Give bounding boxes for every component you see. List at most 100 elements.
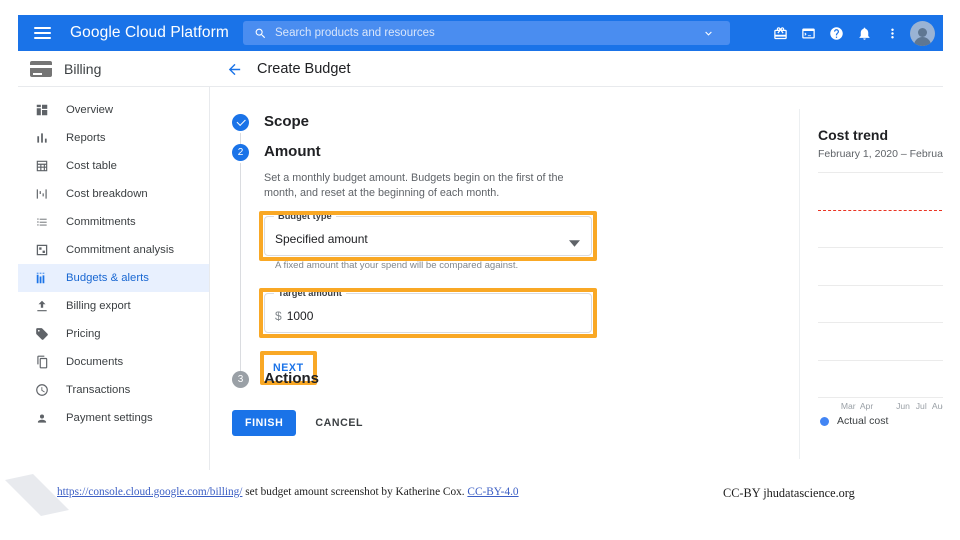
sidebar-item-transactions[interactable]: Transactions xyxy=(18,376,209,404)
sidebar-item-label: Documents xyxy=(66,356,124,368)
cost-trend-card: Cost trend February 1, 2020 – February 2… xyxy=(799,109,943,459)
app-bar: Google Cloud Platform xyxy=(18,15,943,51)
gift-icon[interactable] xyxy=(767,20,793,46)
gridline xyxy=(818,397,943,398)
sidebar-item-label: Cost table xyxy=(66,160,117,172)
bar-chart-icon xyxy=(34,130,50,146)
analysis-icon xyxy=(34,242,50,258)
notifications-icon[interactable] xyxy=(851,20,877,46)
target-amount-label: Target amount xyxy=(274,288,346,298)
wizard-step-actions[interactable]: 3 Actions xyxy=(232,370,610,394)
step-title: Amount xyxy=(264,143,321,160)
sidebar-item-overview[interactable]: Overview xyxy=(18,96,209,124)
search-input[interactable] xyxy=(271,27,686,39)
create-budget-wizard: Scope 2 Amount Set a monthly budget amou… xyxy=(210,87,610,470)
sidebar-item-label: Budgets & alerts xyxy=(66,272,149,284)
sidebar-item-label: Pricing xyxy=(66,328,101,340)
table-icon xyxy=(34,158,50,174)
sidebar-item-label: Payment settings xyxy=(66,412,153,424)
dashboard-icon xyxy=(34,102,50,118)
chart-title: Cost trend xyxy=(818,127,888,143)
budget-type-value: Specified amount xyxy=(275,232,368,246)
sidebar-item-cost-breakdown[interactable]: Cost breakdown xyxy=(18,180,209,208)
slide: Google Cloud Platform Search products an… xyxy=(0,0,960,540)
page-title: Create Budget xyxy=(257,61,351,77)
target-amount-input[interactable]: Target amount $ 1000 xyxy=(264,288,592,333)
attribution-middle: set budget amount screenshot by Katherin… xyxy=(242,486,468,498)
wizard-step-amount: 2 Amount Set a monthly budget amount. Bu… xyxy=(232,143,610,385)
sidebar-item-documents[interactable]: Documents xyxy=(18,348,209,376)
currency-prefix: $ xyxy=(275,309,282,323)
gcp-console-screenshot: Google Cloud Platform Search products an… xyxy=(18,15,943,470)
sidebar-item-label: Cost breakdown xyxy=(66,188,148,200)
wizard-step-scope[interactable]: Scope xyxy=(232,113,610,151)
step-complete-check-icon xyxy=(232,114,249,131)
product-title: Billing xyxy=(64,61,102,77)
search-icon xyxy=(249,27,271,40)
sidebar-item-commitment-analysis[interactable]: Commitment analysis xyxy=(18,236,209,264)
chevron-down-icon[interactable] xyxy=(686,21,730,45)
product-header-row: Billing Create Budget xyxy=(18,51,943,87)
step-title: Scope xyxy=(264,113,310,130)
sidebar-item-pricing[interactable]: Pricing xyxy=(18,320,209,348)
dropdown-caret-icon[interactable] xyxy=(569,234,580,252)
step-number-badge: 2 xyxy=(232,144,249,161)
more-vert-icon[interactable] xyxy=(879,20,905,46)
cancel-button[interactable]: CANCEL xyxy=(306,410,372,436)
documents-icon xyxy=(34,354,50,370)
budget-type-helper-text: A fixed amount that your spend will be c… xyxy=(275,260,519,271)
upload-icon xyxy=(34,298,50,314)
sidebar-item-label: Overview xyxy=(66,104,114,116)
x-axis-tick-label: Jul xyxy=(915,401,927,411)
account-avatar[interactable] xyxy=(910,20,935,46)
sidebar-item-label: Commitment analysis xyxy=(66,244,174,256)
budget-bars-icon xyxy=(34,270,50,286)
list-icon xyxy=(34,214,50,230)
x-axis-tick-label: Apr xyxy=(859,401,874,411)
budget-type-select[interactable]: Budget type Specified amount xyxy=(264,211,592,256)
slide-footer: https://console.cloud.google.com/billing… xyxy=(0,470,960,540)
target-amount-value: 1000 xyxy=(286,309,314,323)
app-bar-actions xyxy=(767,15,935,51)
arrow-back-icon[interactable] xyxy=(226,61,243,78)
sidebar-item-reports[interactable]: Reports xyxy=(18,124,209,152)
person-icon xyxy=(34,410,50,426)
sidebar-item-label: Commitments xyxy=(66,216,136,228)
x-axis-tick-label: Mar xyxy=(840,401,856,411)
clock-icon xyxy=(34,382,50,398)
x-axis: MarAprJunJulAugOctDecJanFeb xyxy=(818,401,943,415)
step-title: Actions xyxy=(264,370,320,387)
license-link[interactable]: CC-BY-4.0 xyxy=(467,486,518,498)
main-content: Scope 2 Amount Set a monthly budget amou… xyxy=(210,87,943,470)
course-credit: CC-BY jhudatascience.org xyxy=(723,486,855,500)
sidebar-item-billing-export[interactable]: Billing export xyxy=(18,292,209,320)
chart-legend: Actual cost xyxy=(820,415,943,427)
sidebar-item-label: Transactions xyxy=(66,384,131,396)
sidebar-item-cost-table[interactable]: Cost table xyxy=(18,152,209,180)
tag-icon xyxy=(34,326,50,342)
sidebar-item-commitments[interactable]: Commitments xyxy=(18,208,209,236)
legend-swatch-actual-cost xyxy=(820,416,829,426)
series-actual-cost xyxy=(818,172,943,397)
x-axis-tick-label: Aug xyxy=(931,401,943,411)
hamburger-menu-icon[interactable] xyxy=(24,15,60,51)
cost-trend-plot: $0$200$400$600$800$1.2K$1KMarAprJunJulAu… xyxy=(818,172,943,411)
credit-card-icon xyxy=(30,61,52,77)
amount-description: Set a monthly budget amount. Budgets beg… xyxy=(264,172,564,199)
sidebar-item-payment-settings[interactable]: Payment settings xyxy=(18,404,209,432)
sidebar-item-budgets-and-alerts[interactable]: Budgets & alerts xyxy=(18,264,209,292)
help-icon[interactable] xyxy=(823,20,849,46)
page-header-group: Create Budget xyxy=(210,51,351,87)
finish-button[interactable]: FINISH xyxy=(232,410,297,436)
sidebar: Overview Reports Cost table Cost breakdo… xyxy=(18,87,210,470)
waterfall-icon xyxy=(34,186,50,202)
budget-type-label: Budget type xyxy=(274,211,336,221)
legend-label-actual-cost: Actual cost xyxy=(837,415,889,427)
product-name-group[interactable]: Billing xyxy=(30,51,101,87)
brand-title: Google Cloud Platform xyxy=(70,24,229,41)
wizard-footer-actions: FINISH CANCEL xyxy=(232,410,610,436)
search-box[interactable] xyxy=(243,21,730,45)
cloud-shell-icon[interactable] xyxy=(795,20,821,46)
sidebar-item-label: Billing export xyxy=(66,300,131,312)
console-url-link[interactable]: https://console.cloud.google.com/billing… xyxy=(57,486,242,498)
